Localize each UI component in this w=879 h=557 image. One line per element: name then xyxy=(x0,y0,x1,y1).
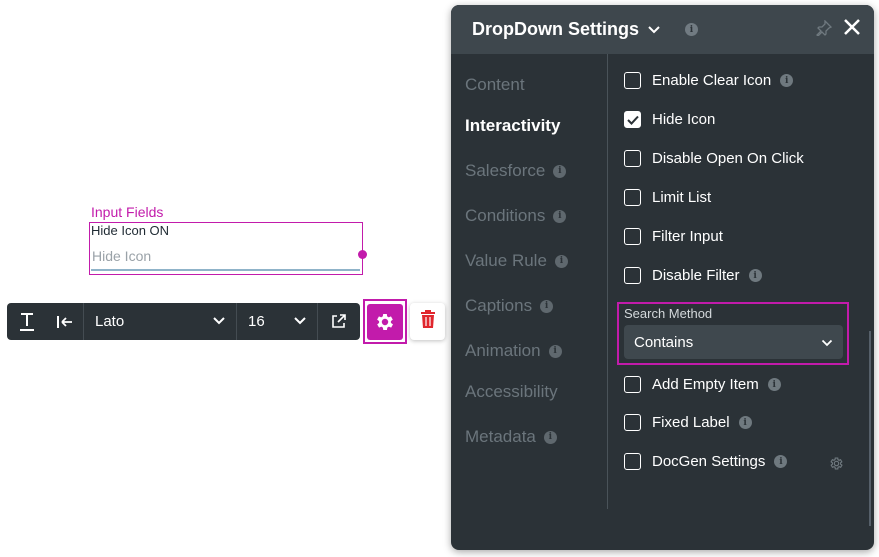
search-method-value: Contains xyxy=(634,333,694,351)
checkbox[interactable] xyxy=(624,228,641,245)
info-icon: i xyxy=(543,430,557,444)
option-label: Add Empty Item xyxy=(652,376,759,393)
option-hide-icon: Hide Icon xyxy=(624,111,715,128)
nav-item-value-rule[interactable]: Value Rule i xyxy=(465,251,568,271)
scrollbar[interactable] xyxy=(869,331,871,526)
option-filter-input: Filter Input xyxy=(624,228,723,245)
checkbox[interactable] xyxy=(624,414,641,431)
info-icon[interactable]: i xyxy=(748,269,762,282)
checkmark-icon xyxy=(626,115,639,125)
nav-item-metadata[interactable]: Metadata i xyxy=(465,427,557,447)
info-icon: i xyxy=(540,299,554,313)
nav-item-label: Salesforce xyxy=(465,161,546,180)
settings-button[interactable] xyxy=(363,299,407,344)
option-label: Filter Input xyxy=(652,228,723,245)
font-family-value: Lato xyxy=(95,313,125,330)
checkbox[interactable] xyxy=(624,150,641,167)
nav-item-label: Metadata xyxy=(465,427,536,446)
chevron-down-icon[interactable] xyxy=(647,25,661,35)
font-size-value: 16 xyxy=(248,313,265,330)
nav-divider xyxy=(607,54,608,509)
info-icon[interactable]: i xyxy=(774,455,788,468)
info-icon[interactable]: i xyxy=(685,23,698,36)
component-type-label: Input Fields xyxy=(91,204,164,220)
option-disable-open-on-click: Disable Open On Click xyxy=(624,150,804,167)
checkbox-checked[interactable] xyxy=(624,111,641,128)
font-size-select[interactable]: 16 xyxy=(237,303,317,340)
nav-item-label: Interactivity xyxy=(465,116,561,135)
chevron-down-icon xyxy=(212,313,226,330)
checkbox[interactable] xyxy=(624,189,641,206)
nav-item-salesforce[interactable]: Salesforce i xyxy=(465,161,567,181)
nav-item-animation[interactable]: Animation i xyxy=(465,341,562,361)
nav-item-label: Content xyxy=(465,75,525,94)
settings-panel: DropDown Settings i Content Interactivit… xyxy=(451,5,874,550)
info-icon: i xyxy=(554,254,568,268)
info-icon: i xyxy=(548,344,562,358)
info-icon[interactable]: i xyxy=(738,416,752,429)
nav-item-interactivity[interactable]: Interactivity xyxy=(465,116,560,136)
nav-item-content[interactable]: Content xyxy=(465,75,525,95)
info-icon[interactable]: i xyxy=(767,378,781,391)
option-label: Fixed Label xyxy=(652,414,730,431)
option-enable-clear-icon: Enable Clear Icon i xyxy=(624,72,794,89)
search-method-label: Search Method xyxy=(624,306,713,321)
nav-item-label: Conditions xyxy=(465,206,546,225)
field-underline xyxy=(91,269,360,271)
external-link-icon[interactable] xyxy=(318,303,358,340)
panel-header: DropDown Settings i xyxy=(451,5,874,54)
option-label: Disable Open On Click xyxy=(652,150,804,167)
field-placeholder[interactable]: Hide Icon xyxy=(92,248,151,264)
nav-item-label: Value Rule xyxy=(465,251,547,270)
option-disable-filter: Disable Filter i xyxy=(624,267,762,284)
field-title: Hide Icon ON xyxy=(91,223,170,238)
option-limit-list: Limit List xyxy=(624,189,711,206)
trash-icon xyxy=(420,309,436,334)
option-label: Disable Filter xyxy=(652,267,740,284)
info-icon[interactable]: i xyxy=(780,74,794,87)
checkbox[interactable] xyxy=(624,72,641,89)
nav-item-conditions[interactable]: Conditions i xyxy=(465,206,567,226)
format-toolbar: Lato 16 xyxy=(7,303,360,340)
checkbox[interactable] xyxy=(624,376,641,393)
option-docgen-settings: DocGen Settings i xyxy=(624,453,788,470)
nav-item-label: Animation xyxy=(465,341,541,360)
checkbox[interactable] xyxy=(624,267,641,284)
panel-title[interactable]: DropDown Settings xyxy=(472,19,639,40)
option-label: DocGen Settings xyxy=(652,453,766,470)
chevron-down-icon xyxy=(293,313,307,330)
nav-item-captions[interactable]: Captions i xyxy=(465,296,554,316)
delete-button[interactable] xyxy=(410,303,445,340)
search-method-select[interactable]: Contains xyxy=(624,325,843,359)
option-add-empty-item: Add Empty Item i xyxy=(624,376,781,393)
option-label: Limit List xyxy=(652,189,712,206)
close-icon[interactable] xyxy=(842,17,862,42)
option-label: Enable Clear Icon xyxy=(652,72,772,89)
nav-item-accessibility[interactable]: Accessibility xyxy=(465,382,558,402)
text-format-icon[interactable] xyxy=(7,303,47,340)
resize-handle[interactable] xyxy=(358,250,367,259)
info-icon: i xyxy=(553,209,567,223)
nav-item-label: Captions xyxy=(465,296,533,315)
align-left-icon[interactable] xyxy=(47,303,83,340)
nav-item-label: Accessibility xyxy=(465,382,558,401)
option-fixed-label: Fixed Label i xyxy=(624,414,752,431)
gear-icon xyxy=(367,303,403,340)
option-label: Hide Icon xyxy=(652,111,716,128)
chevron-down-icon xyxy=(821,334,833,351)
info-icon: i xyxy=(553,164,567,178)
checkbox[interactable] xyxy=(624,453,641,470)
settings-nav: Content Interactivity Salesforce i Condit… xyxy=(451,54,607,550)
gear-icon[interactable] xyxy=(829,456,844,476)
pin-icon[interactable] xyxy=(816,19,833,41)
font-family-select[interactable]: Lato xyxy=(84,303,236,340)
